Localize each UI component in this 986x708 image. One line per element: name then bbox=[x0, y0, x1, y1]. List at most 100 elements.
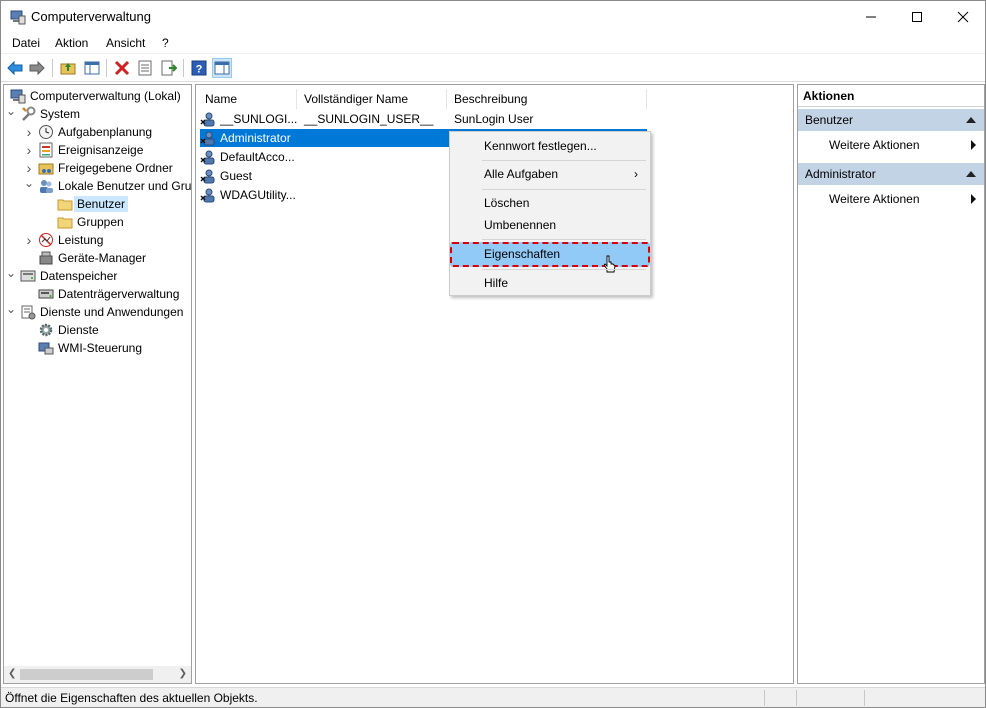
column-header-fullname[interactable]: Vollständiger Name bbox=[297, 89, 447, 109]
user-icon bbox=[200, 169, 215, 184]
cell-name: DefaultAcco... bbox=[220, 150, 295, 164]
forward-button[interactable] bbox=[27, 58, 47, 78]
chevron-right-icon[interactable]: › bbox=[24, 142, 34, 158]
tree-item[interactable]: Datenträgerverwaltung bbox=[24, 285, 179, 303]
disk-icon bbox=[38, 289, 54, 299]
tree-item[interactable]: ⌄ Datenspeicher bbox=[6, 266, 118, 285]
properties-toolbar-button[interactable] bbox=[135, 58, 155, 78]
scroll-thumb[interactable] bbox=[20, 669, 153, 680]
close-icon bbox=[957, 11, 969, 22]
chevron-down-icon[interactable]: ⌄ bbox=[24, 176, 34, 190]
delete-button[interactable] bbox=[112, 58, 132, 78]
tree-item-label: Datenspeicher bbox=[40, 269, 118, 283]
tree-item-label: System bbox=[40, 107, 81, 121]
action-more-administrator[interactable]: Weitere Aktionen bbox=[798, 189, 984, 209]
services-apps-icon bbox=[21, 305, 36, 320]
window-title: Computerverwaltung bbox=[31, 9, 151, 24]
menu-item-set-password[interactable]: Kennwort festlegen... bbox=[452, 135, 648, 157]
show-hide-tree-button[interactable] bbox=[82, 58, 102, 78]
chevron-right-icon[interactable]: › bbox=[24, 124, 34, 140]
tree-item-label: Datenträgerverwaltung bbox=[58, 287, 180, 301]
tree-item-label: Dienste und Anwendungen bbox=[40, 305, 184, 319]
tree-horizontal-scrollbar[interactable]: ❮ ❯ bbox=[4, 666, 191, 683]
submenu-arrow-icon: › bbox=[634, 167, 638, 181]
delete-icon bbox=[114, 60, 130, 76]
chevron-right-icon[interactable]: › bbox=[24, 232, 34, 248]
action-section-users-label: Benutzer bbox=[805, 113, 854, 127]
menu-item-properties-label: Eigenschaften bbox=[484, 247, 561, 261]
export-button[interactable] bbox=[159, 58, 179, 78]
clock-icon bbox=[39, 125, 53, 139]
user-icon bbox=[200, 188, 215, 203]
back-button[interactable] bbox=[5, 58, 25, 78]
action-more-users[interactable]: Weitere Aktionen bbox=[798, 135, 984, 155]
tree-item[interactable]: ⌄ Lokale Benutzer und Gruppen bbox=[24, 176, 191, 195]
minimize-button[interactable] bbox=[848, 1, 894, 32]
table-row[interactable]: __SUNLOGI... __SUNLOGIN_USER__ SunLogin Us… bbox=[200, 110, 640, 128]
maximize-button[interactable] bbox=[894, 1, 940, 32]
tree-item[interactable]: Gruppen bbox=[43, 213, 124, 231]
tree-item[interactable]: › Ereignisanzeige bbox=[24, 141, 144, 159]
properties-icon bbox=[138, 60, 152, 76]
tree-item-label: Ereignisanzeige bbox=[58, 143, 144, 157]
arrow-right-icon bbox=[29, 60, 45, 76]
cell-name: Administrator bbox=[220, 131, 291, 145]
menu-item-properties[interactable]: Eigenschaften bbox=[450, 242, 650, 273]
cell-name: WDAGUtility... bbox=[220, 188, 296, 202]
tree-item[interactable]: Benutzer bbox=[43, 195, 129, 213]
action-section-users[interactable]: Benutzer bbox=[798, 109, 984, 131]
tree-item-label: Freigegebene Ordner bbox=[58, 161, 173, 175]
column-header-description[interactable]: Beschreibung bbox=[447, 89, 647, 109]
context-menu: Kennwort festlegen... Alle Aufgaben › Lö… bbox=[449, 131, 651, 296]
help-icon: ? bbox=[191, 60, 207, 76]
tree-item-label: Geräte-Manager bbox=[58, 251, 147, 265]
export-list-icon bbox=[161, 60, 177, 76]
tree-item[interactable]: WMI-Steuerung bbox=[24, 339, 142, 357]
up-level-button[interactable] bbox=[58, 58, 78, 78]
tree-item[interactable]: › Leistung bbox=[24, 231, 104, 249]
tree-item[interactable]: ⌄ Dienste und Anwendungen bbox=[6, 302, 184, 321]
help-button[interactable]: ? bbox=[189, 58, 209, 78]
chevron-down-icon[interactable]: ⌄ bbox=[6, 104, 16, 118]
menu-item-delete[interactable]: Löschen bbox=[452, 192, 648, 214]
tree-item[interactable]: Geräte-Manager bbox=[24, 249, 146, 267]
menu-help[interactable]: ? bbox=[162, 36, 169, 50]
action-section-administrator-label: Administrator bbox=[805, 167, 876, 181]
status-text: Öffnet die Eigenschaften des aktuellen O… bbox=[5, 691, 258, 705]
collapse-up-icon bbox=[966, 171, 976, 177]
performance-icon bbox=[39, 233, 53, 247]
scroll-left-icon[interactable]: ❮ bbox=[8, 668, 16, 679]
menu-item-all-tasks[interactable]: Alle Aufgaben › bbox=[452, 163, 648, 185]
menu-view[interactable]: Ansicht bbox=[106, 36, 145, 50]
user-icon bbox=[200, 112, 215, 127]
chevron-right-icon[interactable]: › bbox=[24, 160, 34, 176]
toolbar: ? bbox=[1, 54, 985, 82]
tree-item[interactable]: Computerverwaltung (Lokal) bbox=[6, 87, 181, 105]
close-button[interactable] bbox=[940, 1, 986, 32]
status-bar: Öffnet die Eigenschaften des aktuellen O… bbox=[1, 687, 985, 707]
menu-item-rename[interactable]: Umbenennen bbox=[452, 214, 648, 236]
menu-file[interactable]: Datei bbox=[12, 36, 40, 50]
chevron-down-icon[interactable]: ⌄ bbox=[6, 266, 16, 280]
console-tree-icon bbox=[84, 61, 100, 75]
menu-item-help[interactable]: Hilfe bbox=[452, 272, 648, 294]
user-icon bbox=[200, 131, 215, 146]
scroll-right-icon[interactable]: ❯ bbox=[179, 668, 187, 679]
action-section-administrator[interactable]: Administrator bbox=[798, 163, 984, 185]
menu-action[interactable]: Aktion bbox=[55, 36, 88, 50]
tree-item[interactable]: › Aufgabenplanung bbox=[24, 123, 152, 141]
folder-icon bbox=[57, 217, 73, 229]
tree-item[interactable]: › Freigegebene Ordner bbox=[24, 159, 173, 177]
cell-description: SunLogin User bbox=[454, 112, 534, 126]
column-header-name[interactable]: Name bbox=[198, 89, 297, 109]
chevron-down-icon[interactable]: ⌄ bbox=[6, 302, 16, 316]
tree-item[interactable]: ⌄ System bbox=[6, 104, 81, 123]
console-tree[interactable]: Computerverwaltung (Lokal) ⌄ System › Aufgab… bbox=[3, 84, 192, 684]
wmi-icon bbox=[38, 342, 54, 355]
tree-item[interactable]: Dienste bbox=[24, 321, 99, 339]
show-action-pane-button[interactable] bbox=[212, 58, 232, 78]
